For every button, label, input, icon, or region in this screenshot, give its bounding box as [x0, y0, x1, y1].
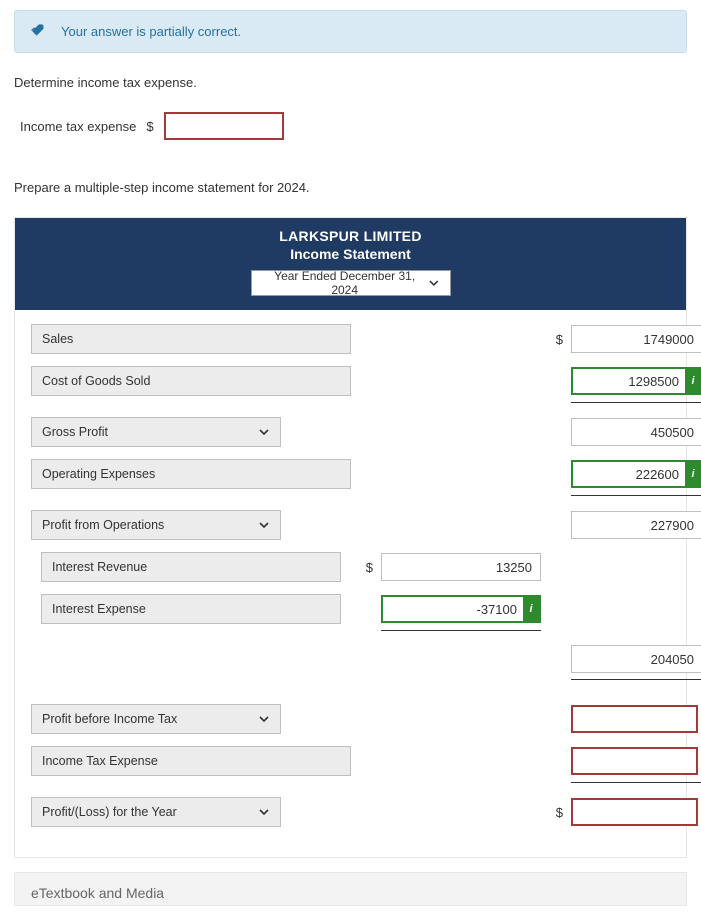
- interest-revenue-value[interactable]: [381, 553, 541, 581]
- row-sales: Sales $: [31, 324, 670, 354]
- opex-value[interactable]: [571, 460, 701, 488]
- pbt-value[interactable]: [571, 705, 698, 733]
- prompt-prepare: Prepare a multiple-step income statement…: [14, 180, 687, 195]
- info-icon[interactable]: i: [685, 369, 701, 393]
- cogs-label[interactable]: Cost of Goods Sold: [31, 366, 351, 396]
- chevron-down-icon: [258, 806, 270, 818]
- row-profit-loss: Profit/(Loss) for the Year $: [31, 797, 670, 827]
- profit-loss-select[interactable]: Profit/(Loss) for the Year: [31, 797, 281, 827]
- row-opex: Operating Expenses i: [31, 459, 670, 489]
- statement-header: LARKSPUR LIMITED Income Statement Year E…: [15, 218, 686, 310]
- ops-profit-value[interactable]: [571, 511, 701, 539]
- row-tax-expense: Income Tax Expense: [31, 746, 670, 776]
- gross-profit-select[interactable]: Gross Profit: [31, 417, 281, 447]
- pbt-label: Profit before Income Tax: [42, 712, 177, 726]
- info-icon[interactable]: i: [523, 597, 539, 621]
- income-tax-expense-label: Income tax expense: [20, 119, 136, 134]
- ops-profit-select[interactable]: Profit from Operations: [31, 510, 281, 540]
- etextbook-label: eTextbook and Media: [31, 885, 164, 901]
- info-icon[interactable]: i: [685, 462, 701, 486]
- income-statement: LARKSPUR LIMITED Income Statement Year E…: [14, 217, 687, 858]
- period-label: Year Ended December 31, 2024: [262, 269, 428, 297]
- sales-value[interactable]: [571, 325, 701, 353]
- statement-title: Income Statement: [15, 246, 686, 262]
- interest-expense-label[interactable]: Interest Expense: [41, 594, 341, 624]
- profit-loss-label: Profit/(Loss) for the Year: [42, 805, 177, 819]
- row-pbt: Profit before Income Tax: [31, 704, 670, 734]
- dollar-sign: $: [146, 119, 153, 134]
- row-cogs: Cost of Goods Sold i: [31, 366, 670, 396]
- pencil-icon: [31, 23, 49, 40]
- sales-label[interactable]: Sales: [31, 324, 351, 354]
- opex-label[interactable]: Operating Expenses: [31, 459, 351, 489]
- dollar-sign: $: [359, 560, 373, 575]
- income-tax-expense-input[interactable]: [164, 112, 284, 140]
- etextbook-section[interactable]: eTextbook and Media: [14, 872, 687, 906]
- chevron-down-icon: [428, 277, 440, 289]
- row-interest-expense: Interest Expense i: [31, 594, 670, 624]
- chevron-down-icon: [258, 519, 270, 531]
- tax-expense-value[interactable]: [571, 747, 698, 775]
- gross-profit-value[interactable]: [571, 418, 701, 446]
- row-gross-profit: Gross Profit: [31, 417, 670, 447]
- income-tax-expense-row: Income tax expense $: [20, 112, 687, 140]
- chevron-down-icon: [258, 426, 270, 438]
- chevron-down-icon: [258, 713, 270, 725]
- row-subtotal-other: [31, 645, 670, 673]
- row-ops-profit: Profit from Operations: [31, 510, 670, 540]
- profit-loss-value[interactable]: [571, 798, 698, 826]
- tax-expense-label[interactable]: Income Tax Expense: [31, 746, 351, 776]
- dollar-sign: $: [549, 805, 563, 820]
- interest-expense-value[interactable]: [381, 595, 541, 623]
- cogs-value[interactable]: [571, 367, 701, 395]
- pbt-select[interactable]: Profit before Income Tax: [31, 704, 281, 734]
- company-name: LARKSPUR LIMITED: [15, 228, 686, 244]
- gross-profit-label: Gross Profit: [42, 425, 108, 439]
- feedback-text: Your answer is partially correct.: [61, 24, 241, 39]
- prompt-determine: Determine income tax expense.: [14, 75, 687, 90]
- subtotal-other-value[interactable]: [571, 645, 701, 673]
- period-select[interactable]: Year Ended December 31, 2024: [251, 270, 451, 296]
- feedback-banner: Your answer is partially correct.: [14, 10, 687, 53]
- interest-revenue-label[interactable]: Interest Revenue: [41, 552, 341, 582]
- ops-profit-label: Profit from Operations: [42, 518, 164, 532]
- row-interest-revenue: Interest Revenue $: [31, 552, 670, 582]
- dollar-sign: $: [549, 332, 563, 347]
